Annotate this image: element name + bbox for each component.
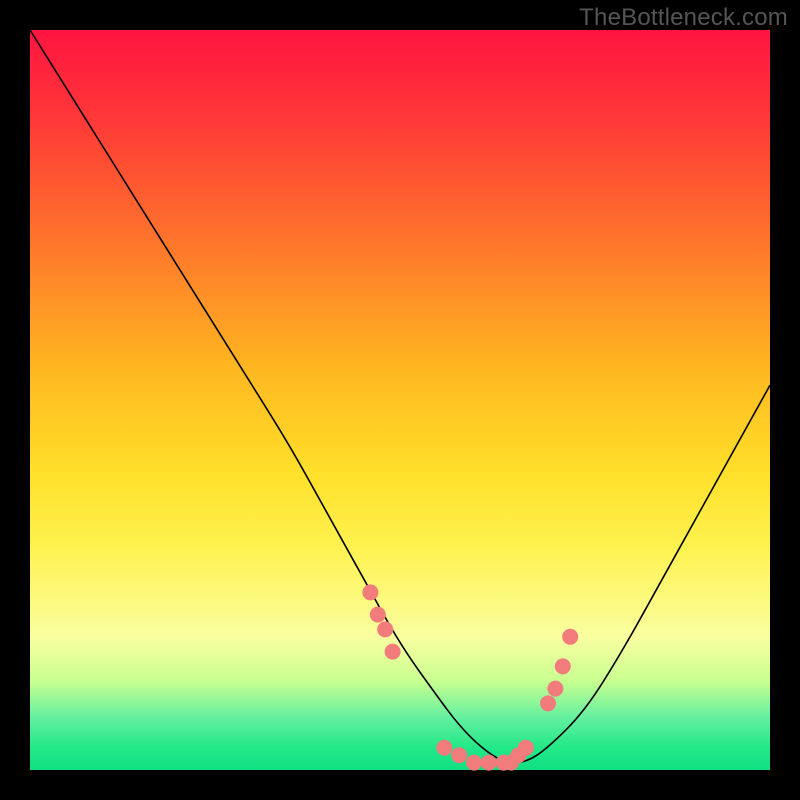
stage: TheBottleneck.com (0, 0, 800, 800)
scatter-dot (518, 740, 534, 756)
scatter-dot (555, 658, 571, 674)
scatter-dot (481, 755, 497, 771)
scatter-dot (370, 607, 386, 623)
scatter-dot (540, 695, 556, 711)
scatter-dot (547, 681, 563, 697)
curve-svg (30, 30, 770, 770)
gradient-plot-area (30, 30, 770, 770)
scatter-dot (385, 644, 401, 660)
scatter-dot (451, 747, 467, 763)
scatter-dot (436, 740, 452, 756)
scatter-dot (362, 584, 378, 600)
scatter-dot (377, 621, 393, 637)
scatter-dot (562, 629, 578, 645)
watermark-text: TheBottleneck.com (579, 4, 788, 32)
scatter-dot (466, 755, 482, 771)
scatter-points (362, 584, 578, 770)
